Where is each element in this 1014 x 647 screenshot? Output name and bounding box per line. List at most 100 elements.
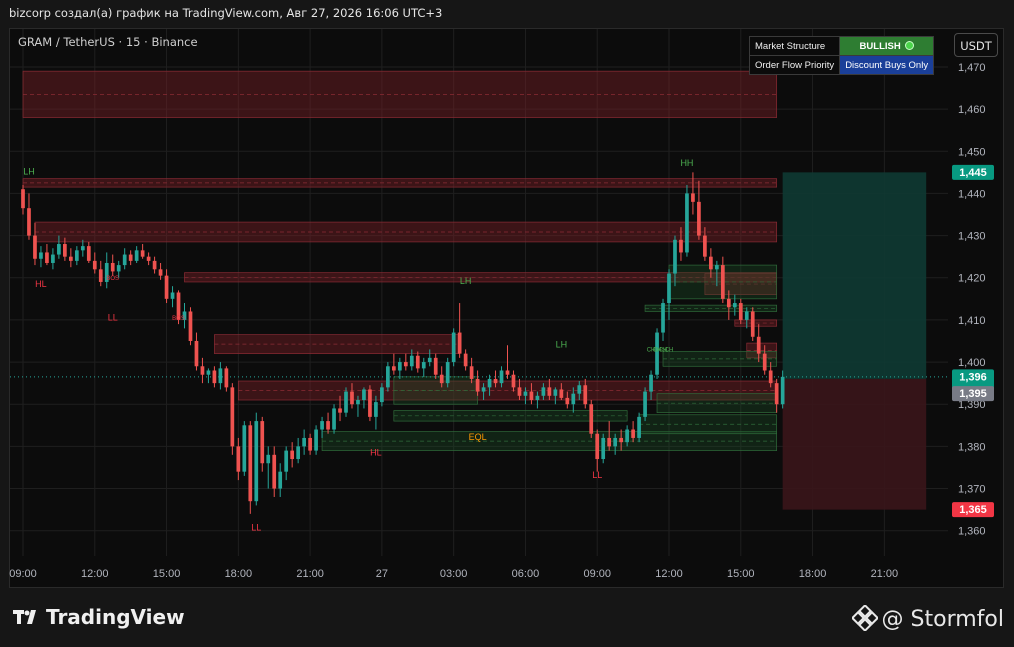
y-tick-label: 1,420 bbox=[958, 273, 986, 285]
candle-body bbox=[607, 437, 612, 447]
candle-body bbox=[469, 366, 474, 379]
y-tick-label: 1,400 bbox=[958, 357, 986, 369]
candle-body bbox=[457, 332, 462, 354]
candle-body bbox=[266, 454, 271, 464]
table-key-market-structure: Market Structure bbox=[748, 36, 841, 56]
candle-body bbox=[744, 311, 749, 320]
structure-label: LH bbox=[460, 276, 472, 286]
candle-body bbox=[284, 450, 289, 472]
table-row: Order Flow Priority Discount Buys Only bbox=[748, 55, 935, 75]
candle-body bbox=[248, 425, 253, 502]
candle-body bbox=[236, 446, 241, 472]
candle-body bbox=[427, 357, 432, 363]
candle-body bbox=[122, 254, 127, 266]
candle-body bbox=[709, 256, 713, 270]
candle-body bbox=[296, 446, 301, 460]
candle-body bbox=[278, 471, 283, 489]
candle-body bbox=[481, 387, 486, 392]
position-stop-zone bbox=[782, 378, 927, 510]
bullish-value: BULLISH bbox=[859, 40, 901, 52]
y-tick-label: 1,450 bbox=[958, 146, 986, 158]
x-tick-label: 21:00 bbox=[296, 568, 324, 580]
candle-body bbox=[362, 389, 366, 401]
x-tick-label: 27 bbox=[376, 568, 388, 580]
candle-body bbox=[571, 393, 576, 405]
candle-body bbox=[463, 353, 468, 367]
currency-button[interactable]: USDT bbox=[954, 33, 998, 57]
candle-body bbox=[170, 292, 175, 299]
symbol-legend[interactable]: GRAM / TetherUS · 15 · Binance bbox=[18, 35, 198, 49]
candle-body bbox=[314, 429, 318, 451]
candle-body bbox=[45, 252, 49, 263]
x-tick-label: 03:00 bbox=[440, 568, 468, 580]
candle-body bbox=[541, 387, 546, 396]
bos-label: CHoCH bbox=[653, 348, 674, 354]
structure-label: HL bbox=[370, 448, 382, 458]
candle-body bbox=[637, 416, 641, 438]
structure-label: HL bbox=[35, 279, 47, 289]
candle-body bbox=[374, 402, 378, 417]
x-tick-label: 15:00 bbox=[727, 568, 755, 580]
candle-body bbox=[242, 425, 247, 472]
candle-body bbox=[445, 362, 450, 384]
candle-body bbox=[667, 273, 671, 304]
bos-label: BOS bbox=[106, 276, 119, 282]
price-chart[interactable]: LHHLLLLLHLLHEQLLHLLHHBOSBOSCHoCHCHoCH1,4… bbox=[0, 0, 1014, 647]
candle-body bbox=[517, 387, 522, 396]
diamond-logo-icon bbox=[850, 603, 879, 633]
candle-body bbox=[487, 378, 492, 388]
candle-body bbox=[619, 437, 624, 443]
candle-body bbox=[529, 391, 534, 401]
x-tick-label: 12:00 bbox=[81, 568, 109, 580]
candle-body bbox=[80, 246, 85, 251]
candle-body bbox=[206, 370, 211, 375]
candle-body bbox=[738, 303, 743, 320]
tradingview-logo[interactable]: TradingView bbox=[12, 605, 185, 629]
table-row: Market Structure BULLISH bbox=[748, 36, 935, 56]
candle-body bbox=[697, 201, 701, 236]
candle-body bbox=[703, 235, 707, 257]
candle-body bbox=[51, 254, 55, 263]
market-structure-table: Market Structure BULLISH Order Flow Prio… bbox=[748, 36, 935, 75]
position-target-zone bbox=[782, 172, 927, 379]
candle-body bbox=[27, 208, 31, 236]
candle-body bbox=[535, 395, 540, 401]
candle-body bbox=[565, 397, 570, 405]
price-badge-label: 1,395 bbox=[959, 388, 987, 400]
candle-body bbox=[691, 193, 695, 202]
price-badge-label: 1,365 bbox=[959, 504, 987, 516]
candle-body bbox=[655, 332, 659, 375]
candle-body bbox=[110, 262, 115, 272]
candle-body bbox=[308, 437, 312, 451]
candle-body bbox=[350, 391, 354, 405]
candle-body bbox=[218, 368, 223, 384]
x-tick-label: 18:00 bbox=[225, 568, 253, 580]
candle-body bbox=[475, 378, 480, 392]
candle-body bbox=[98, 269, 103, 282]
y-tick-label: 1,470 bbox=[958, 62, 986, 74]
candle-body bbox=[332, 408, 336, 430]
x-tick-label: 21:00 bbox=[871, 568, 899, 580]
structure-label: EQL bbox=[469, 432, 487, 442]
candle-body bbox=[74, 250, 79, 261]
candle-body bbox=[559, 389, 564, 398]
order-flow-value: Discount Buys Only bbox=[839, 55, 935, 75]
candle-body bbox=[625, 429, 629, 443]
candle-body bbox=[409, 355, 414, 367]
structure-label: LH bbox=[23, 166, 35, 176]
author-watermark: @ Stormfol bbox=[850, 603, 1004, 633]
candle-body bbox=[152, 260, 157, 270]
status-dot-icon bbox=[904, 41, 914, 51]
candle-body bbox=[188, 311, 193, 341]
x-tick-label: 12:00 bbox=[655, 568, 683, 580]
bullish-badge: BULLISH bbox=[839, 36, 935, 56]
candle-body bbox=[116, 265, 121, 272]
candle-body bbox=[774, 383, 779, 405]
x-tick-label: 09:00 bbox=[583, 568, 611, 580]
candle-body bbox=[92, 260, 97, 270]
candle-body bbox=[302, 437, 306, 447]
candle-body bbox=[433, 357, 438, 375]
candle-body bbox=[756, 336, 761, 354]
candle-body bbox=[451, 332, 456, 363]
candle-body bbox=[356, 400, 360, 405]
